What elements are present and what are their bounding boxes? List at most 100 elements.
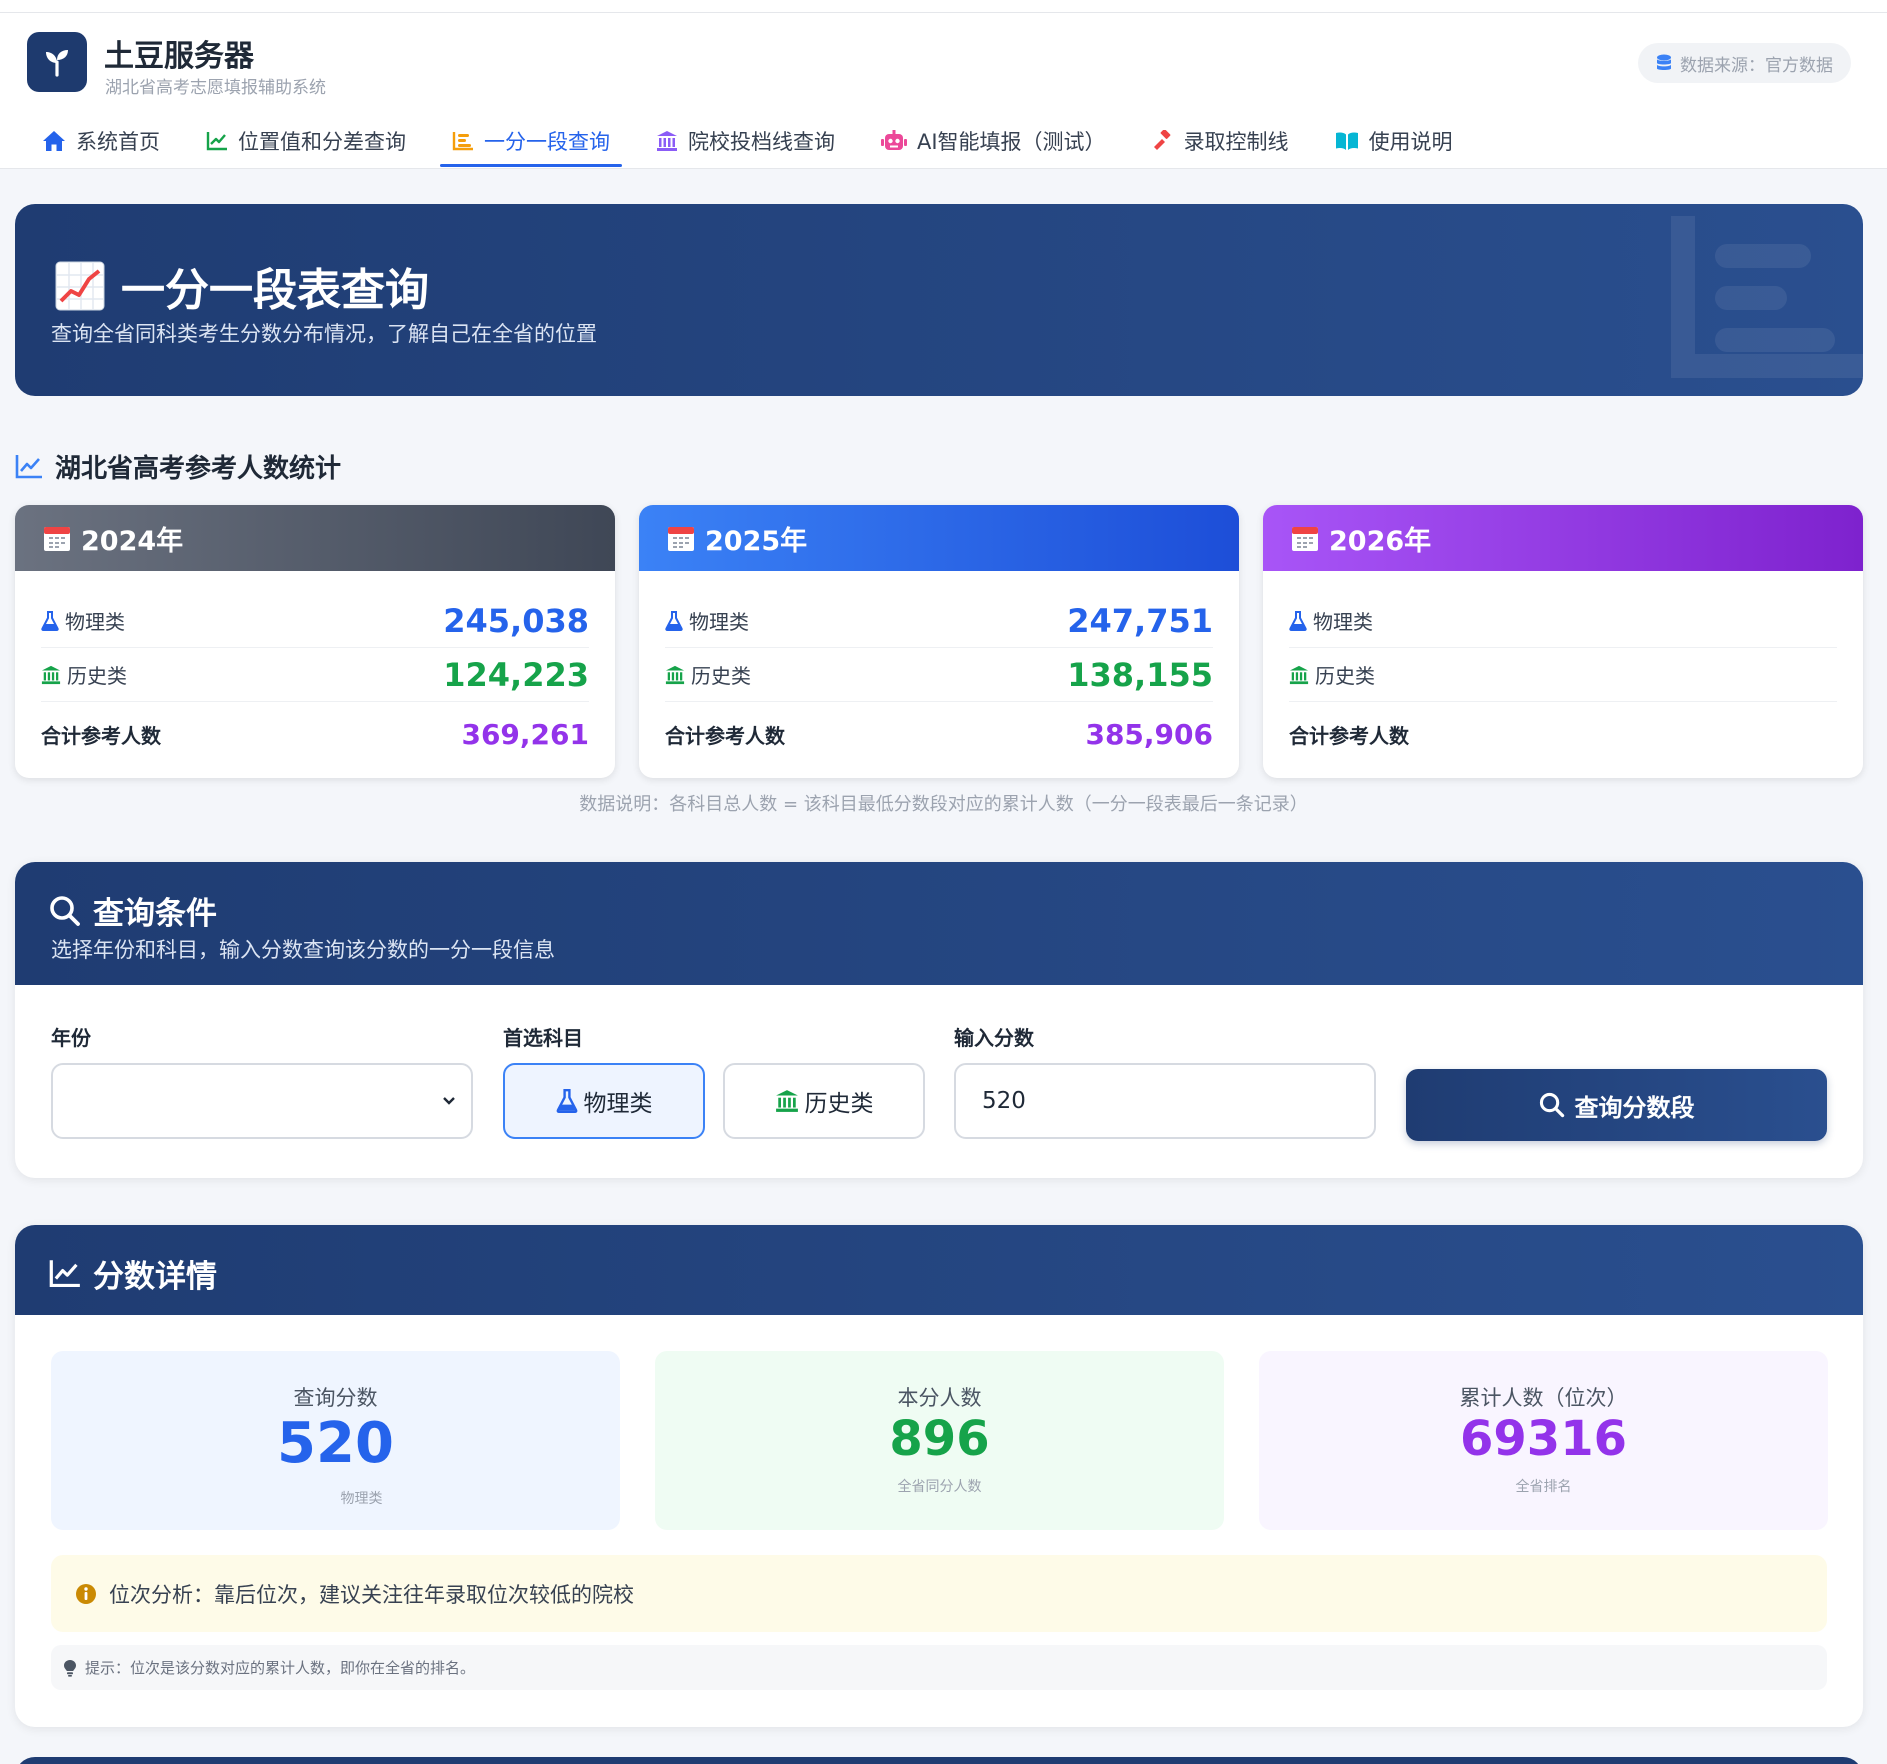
nav-item-control-line[interactable]: 录取控制线 <box>1140 115 1301 167</box>
flask-icon <box>41 610 59 631</box>
nav-item-label: 录取控制线 <box>1183 130 1289 154</box>
bank-icon <box>1289 665 1309 684</box>
search-icon <box>50 895 80 926</box>
physics-label-group: 物理类 <box>41 606 125 635</box>
rank-card: 累计人数（位次） 69316 全省排名 <box>1259 1351 1828 1530</box>
physics-row: 物理类 <box>1289 594 1837 648</box>
query-score-card: 查询分数 520 物理类 <box>51 1351 620 1530</box>
physics-row: 物理类 247,751 <box>665 594 1213 648</box>
bank-icon <box>657 131 677 151</box>
subject-physics-button[interactable]: 物理类 <box>503 1063 705 1139</box>
history-label: 历史类 <box>691 664 751 688</box>
lightbulb-icon <box>64 1659 76 1677</box>
chart-increasing-icon <box>55 261 105 311</box>
year-label: 2026年 <box>1329 525 1432 557</box>
detail-panel-header: 分数详情 <box>15 1225 1863 1315</box>
book-icon <box>1335 132 1358 150</box>
total-row: 合计参考人数 <box>1289 707 1837 761</box>
hero-subtitle: 查询全省同科类考生分数分布情况，了解自己在全省的位置 <box>51 322 597 346</box>
robot-icon <box>881 130 907 150</box>
query-score-value: 520 <box>277 1411 394 1476</box>
score-field-label: 输入分数 <box>954 1026 1034 1050</box>
calendar-icon <box>44 527 70 551</box>
line-chart-icon <box>206 132 227 151</box>
history-label-group: 历史类 <box>665 660 751 689</box>
nav-item-ai-fill[interactable]: AI智能填报（测试） <box>869 115 1118 167</box>
year-card-header: 2026年 <box>1263 505 1863 571</box>
year-card-header: 2024年 <box>15 505 615 571</box>
history-label: 历史类 <box>1315 664 1375 688</box>
history-row: 历史类 138,155 <box>665 648 1213 702</box>
data-source-text: 数据来源：官方数据 <box>1680 55 1833 76</box>
total-count: 385,906 <box>1085 717 1213 751</box>
year-label: 2025年 <box>705 525 808 557</box>
nav-item-help[interactable]: 使用说明 <box>1323 115 1465 167</box>
year-field-label: 年份 <box>51 1026 91 1050</box>
next-panel-edge <box>15 1757 1863 1764</box>
subject-field-label: 首选科目 <box>503 1026 583 1050</box>
total-row: 合计参考人数 385,906 <box>665 707 1213 761</box>
physics-label-group: 物理类 <box>665 606 749 635</box>
rank-analysis-text: 位次分析：靠后位次，建议关注往年录取位次较低的院校 <box>109 1582 634 1607</box>
query-score-hint: 物理类 <box>340 1491 383 1507</box>
subject-physics-label: 物理类 <box>583 1091 653 1117</box>
physics-row: 物理类 245,038 <box>41 594 589 648</box>
total-label: 合计参考人数 <box>41 723 161 748</box>
stats-title: 湖北省高考参考人数统计 <box>55 454 342 484</box>
physics-count: 247,751 <box>1067 601 1213 640</box>
rank-hint: 全省排名 <box>1515 1479 1572 1495</box>
score-input[interactable] <box>954 1063 1376 1139</box>
physics-label: 物理类 <box>65 610 125 634</box>
detail-title-row: 分数详情 <box>49 1251 217 1296</box>
year-card-2024: 2024年 物理类 245,038 历史类 124,223 合计参考人数 369… <box>15 505 615 778</box>
flask-icon <box>556 1089 577 1113</box>
line-chart-icon <box>15 454 42 478</box>
app-title: 土豆服务器 <box>104 39 254 74</box>
nav-item-label: 位置值和分差查询 <box>238 130 406 154</box>
total-label: 合计参考人数 <box>1289 723 1409 748</box>
total-label: 合计参考人数 <box>665 723 785 748</box>
total-row: 合计参考人数 369,261 <box>41 707 589 761</box>
app-logo[interactable] <box>27 32 87 92</box>
flask-icon <box>1289 610 1307 631</box>
query-score-label: 查询分数 <box>293 1386 378 1410</box>
query-score-button[interactable]: 查询分数段 <box>1406 1069 1827 1141</box>
physics-count: 245,038 <box>443 601 589 640</box>
query-button-label: 查询分数段 <box>1574 1093 1695 1122</box>
nav-item-position-query[interactable]: 位置值和分差查询 <box>194 115 418 167</box>
hero-title: 一分一段表查询 <box>121 265 429 316</box>
calendar-icon <box>1292 527 1318 551</box>
app-subtitle: 湖北省高考志愿填报辅助系统 <box>105 78 326 98</box>
nav-item-admission-line[interactable]: 院校投档线查询 <box>644 115 847 167</box>
total-count: 369,261 <box>461 717 589 751</box>
history-count: 124,223 <box>443 655 589 694</box>
same-score-count-hint: 全省同分人数 <box>897 1479 982 1495</box>
subject-history-button[interactable]: 历史类 <box>723 1063 925 1139</box>
line-chart-icon <box>49 1259 80 1287</box>
search-icon <box>1539 1092 1564 1118</box>
flask-icon <box>665 610 683 631</box>
nav-item-label: 一分一段查询 <box>484 130 610 154</box>
bank-icon <box>41 665 61 684</box>
bank-icon <box>775 1090 798 1112</box>
year-card-2026: 2026年 物理类 历史类 合计参考人数 <box>1263 505 1863 778</box>
subject-history-label: 历史类 <box>804 1091 874 1117</box>
same-score-count-card: 本分人数 896 全省同分人数 <box>655 1351 1224 1530</box>
query-panel-header: 查询条件 选择年份和科目，输入分数查询该分数的一分一段信息 <box>15 862 1863 985</box>
same-score-count-label: 本分人数 <box>897 1386 982 1410</box>
nav-item-home[interactable]: 系统首页 <box>30 115 172 167</box>
home-icon <box>43 131 65 151</box>
nav-item-score-table[interactable]: 一分一段查询 <box>440 115 622 167</box>
history-row: 历史类 124,223 <box>41 648 589 702</box>
chevron-down-icon <box>443 1097 455 1105</box>
rank-tip: 提示：位次是该分数对应的累计人数，即你在全省的排名。 <box>51 1645 1827 1690</box>
data-source-badge: 数据来源：官方数据 <box>1638 43 1851 83</box>
query-title-row: 查询条件 <box>49 888 217 933</box>
query-title: 查询条件 <box>93 896 217 932</box>
year-label: 2024年 <box>81 525 184 557</box>
query-subtitle: 选择年份和科目，输入分数查询该分数的一分一段信息 <box>51 938 555 962</box>
hero-title-row: 一分一段表查询 <box>55 254 429 318</box>
year-select[interactable] <box>51 1063 473 1139</box>
stats-note: 数据说明：各科目总人数 = 该科目最低分数段对应的累计人数（一分一段表最后一条记… <box>579 794 1308 815</box>
same-score-count-value: 896 <box>889 1411 990 1467</box>
